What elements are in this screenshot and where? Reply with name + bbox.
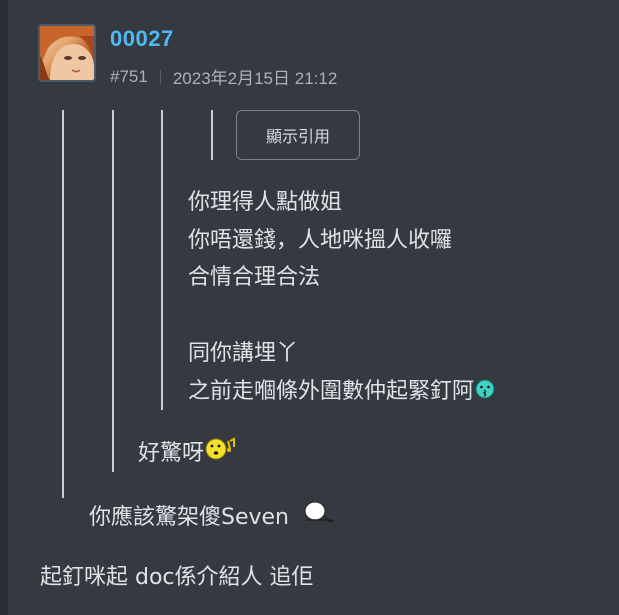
left-sidebar-strip (0, 0, 8, 615)
quote-level3-line: 之前走嗰條外圍數仲起緊釘阿 (188, 379, 475, 404)
quote-bar-level2 (112, 110, 114, 472)
quote-level3-line: 你唔還錢，人地咪搵人收囉 (188, 228, 453, 253)
quote-level3-line: 你理得人點做姐 (188, 190, 343, 215)
quote-level3-last-line: 之前走嗰條外圍數仲起緊釘阿 (188, 373, 496, 411)
meta-divider (159, 69, 161, 84)
post-meta: #751 2023年2月15日 21:12 (110, 64, 337, 89)
quote-bar-level4 (211, 110, 213, 160)
post-timestamp: 2023年2月15日 21:12 (172, 69, 338, 88)
quote-level2-text: 好驚呀 (138, 435, 238, 473)
quote-level3-line: 合情合理合法 (188, 265, 321, 290)
quote-level2-label: 好驚呀 (138, 441, 205, 466)
avatar[interactable] (38, 24, 96, 82)
quote-bar-level3 (161, 110, 163, 410)
post-number[interactable]: #751 (110, 67, 148, 87)
quote-level1-text: 你應該驚架傻Seven (89, 498, 336, 538)
show-quote-button[interactable]: 顯示引用 (236, 110, 360, 160)
yellow-whistle-emoji-icon (204, 435, 238, 473)
cyan-face-emoji-icon (474, 374, 496, 411)
white-blob-emoji-icon (302, 498, 336, 538)
reply-text: 起釘咪起 doc係介紹人 追佢 (40, 565, 314, 590)
quote-level3-line: 同你講埋丫 (188, 341, 299, 366)
quote-level1-label: 你應該驚架傻Seven (89, 505, 289, 530)
username[interactable]: 00027 (110, 26, 174, 52)
quote-bar-level1 (62, 110, 64, 498)
